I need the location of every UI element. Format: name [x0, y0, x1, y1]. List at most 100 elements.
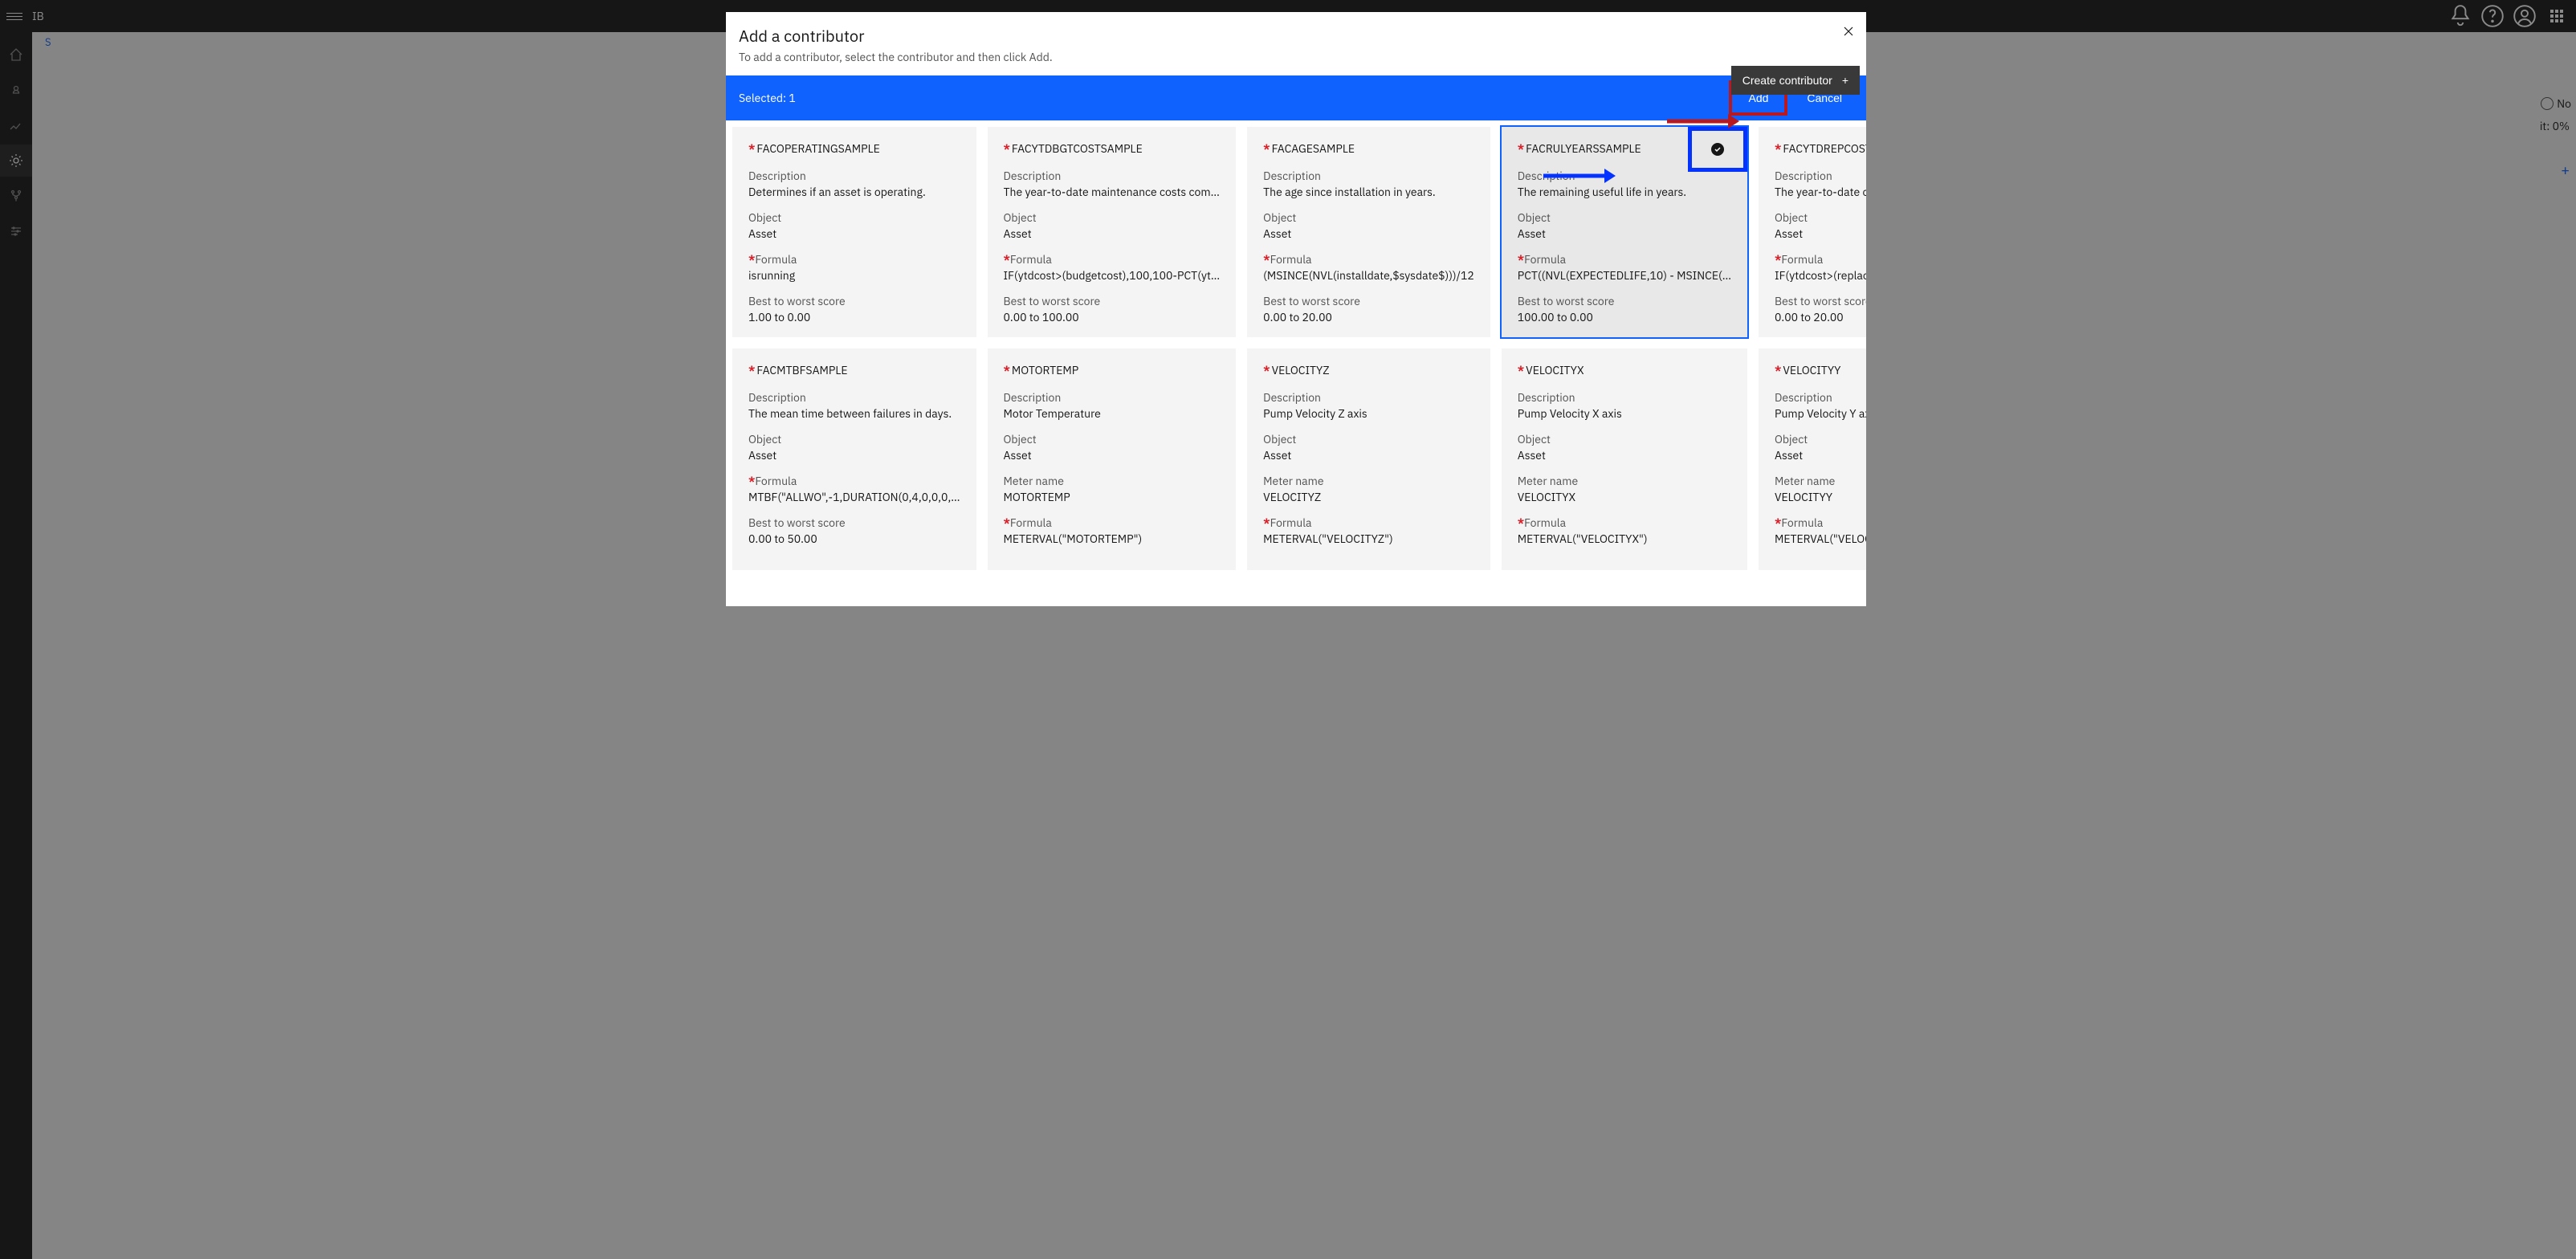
card-name: FACOPERATINGSAMPLE [756, 141, 879, 156]
formula-value: PCT((NVL(EXPECTEDLIFE,10) - MSINCE(… [1518, 268, 1731, 283]
formula-label: *Formula [1775, 515, 1866, 530]
required-star-icon: * [1004, 363, 1010, 377]
description-value: The year-to-date maintenance costs com… [1004, 185, 1221, 199]
best-worst-value: 0.00 to 100.00 [1004, 310, 1221, 324]
meter-name-label: Meter name [1518, 474, 1731, 488]
contributor-card[interactable]: *VELOCITYZDescriptionPump Velocity Z axi… [1247, 348, 1490, 570]
card-name: FACYTDBGTCOSTSAMPLE [1012, 141, 1143, 156]
card-title: *FACYTDREPCOSTSAMPLE [1775, 141, 1866, 156]
required-star-icon: * [1775, 515, 1781, 530]
object-value: Asset [748, 448, 960, 462]
required-star-icon: * [1004, 515, 1010, 530]
best-worst-label: Best to worst score [1004, 294, 1221, 308]
required-star-icon: * [1004, 141, 1010, 156]
create-contributor-label: Create contributor [1742, 74, 1832, 87]
formula-value: isrunning [748, 268, 960, 283]
blue-arrow-annotation [1543, 166, 1616, 185]
required-star-icon: * [748, 252, 755, 267]
object-value: Asset [748, 226, 960, 241]
required-star-icon: * [1263, 515, 1270, 530]
meter-name-label: Meter name [1775, 474, 1866, 488]
formula-label: *Formula [748, 474, 960, 488]
required-star-icon: * [1518, 252, 1524, 267]
description-value: Pump Velocity X axis [1518, 406, 1731, 421]
contributor-card[interactable]: *FACAGESAMPLEDescriptionThe age since in… [1247, 127, 1490, 337]
object-value: Asset [1263, 448, 1474, 462]
close-icon[interactable] [1840, 23, 1857, 39]
contributor-card[interactable]: *VELOCITYXDescriptionPump Velocity X axi… [1502, 348, 1747, 570]
contributor-card[interactable]: *FACYTDBGTCOSTSAMPLEDescriptionThe year-… [988, 127, 1237, 337]
required-star-icon: * [1775, 252, 1781, 267]
formula-label: *Formula [1004, 252, 1221, 267]
object-label: Object [748, 432, 960, 446]
create-contributor-button[interactable]: Create contributor + [1731, 66, 1860, 95]
object-value: Asset [1775, 448, 1866, 462]
description-value: The remaining useful life in years. [1518, 185, 1731, 199]
required-star-icon: * [1263, 252, 1270, 267]
required-star-icon: * [1263, 141, 1270, 156]
object-label: Object [1263, 210, 1474, 225]
description-label: Description [1775, 390, 1866, 405]
card-title: *VELOCITYY [1775, 363, 1866, 377]
required-star-icon: * [748, 141, 755, 156]
description-value: Motor Temperature [1004, 406, 1221, 421]
formula-label: *Formula [1263, 252, 1474, 267]
required-star-icon: * [1263, 363, 1270, 377]
card-name: FACAGESAMPLE [1272, 141, 1355, 156]
formula-value: METERVAL("MOTORTEMP") [1004, 532, 1221, 546]
object-label: Object [1004, 210, 1221, 225]
contributor-card[interactable]: *FACMTBFSAMPLE DescriptionThe mean time b… [732, 348, 976, 570]
object-value: Asset [1775, 226, 1866, 241]
card-title: *VELOCITYZ [1263, 363, 1474, 377]
card-title: *FACMTBFSAMPLE [748, 363, 960, 377]
required-star-icon: * [1004, 252, 1010, 267]
required-star-icon: * [1518, 515, 1524, 530]
description-label: Description [1004, 169, 1221, 183]
object-value: Asset [1004, 448, 1221, 462]
formula-value: METERVAL("VELOCITYZ") [1263, 532, 1474, 546]
description-value: Pump Velocity Z axis [1263, 406, 1474, 421]
best-worst-label: Best to worst score [1263, 294, 1474, 308]
best-worst-value: 100.00 to 0.00 [1518, 310, 1731, 324]
object-value: Asset [1263, 226, 1474, 241]
contributor-card[interactable]: *FACOPERATINGSAMPLEDescriptionDetermines… [732, 127, 976, 337]
description-value: Pump Velocity Y axis [1775, 406, 1866, 421]
plus-icon: + [1842, 74, 1848, 87]
required-star-icon: * [1518, 141, 1524, 156]
contributor-card[interactable]: *FACRULYEARSSAMPLEDescriptionThe remaini… [1502, 127, 1747, 337]
formula-label: *Formula [1518, 515, 1731, 530]
object-label: Object [1263, 432, 1474, 446]
meter-name-value: VELOCITYY [1775, 490, 1866, 504]
card-name: VELOCITYX [1526, 363, 1584, 377]
required-star-icon: * [1518, 363, 1524, 377]
formula-value: IF(ytdcost>(budgetcost),100,100-PCT(yt… [1004, 268, 1221, 283]
description-value: The mean time between failures in days. [748, 406, 960, 421]
description-label: Description [748, 390, 960, 405]
card-title: *FACYTDBGTCOSTSAMPLE [1004, 141, 1221, 156]
formula-value: (MSINCE(NVL(installdate,$sysdate$)))/12 [1263, 268, 1474, 283]
contributor-card[interactable]: *MOTORTEMPDescriptionMotor TemperatureOb… [988, 348, 1237, 570]
description-label: Description [748, 169, 960, 183]
red-arrow-annotation [1667, 112, 1739, 131]
best-worst-label: Best to worst score [748, 515, 960, 530]
description-label: Description [1004, 390, 1221, 405]
best-worst-label: Best to worst score [748, 294, 960, 308]
modal-title: Add a contributor [739, 25, 1853, 47]
meter-name-label: Meter name [1263, 474, 1474, 488]
card-name: FACRULYEARSSAMPLE [1526, 141, 1641, 156]
meter-name-value: VELOCITYZ [1263, 490, 1474, 504]
contributor-card[interactable]: *VELOCITYYDescriptionPump Velocity Y axi… [1759, 348, 1866, 570]
card-name: MOTORTEMP [1012, 363, 1078, 377]
formula-value: METERVAL("VELOCITYX") [1518, 532, 1731, 546]
required-star-icon: * [1775, 141, 1781, 156]
required-star-icon: * [1775, 363, 1781, 377]
card-name: VELOCITYZ [1272, 363, 1330, 377]
best-worst-label: Best to worst score [1518, 294, 1731, 308]
contributor-card[interactable]: *FACYTDREPCOSTSAMPLEDescriptionThe year-… [1759, 127, 1866, 337]
description-label: Description [1518, 390, 1731, 405]
description-value: Determines if an asset is operating. [748, 185, 960, 199]
formula-label: *Formula [1004, 515, 1221, 530]
best-worst-value: 1.00 to 0.00 [748, 310, 960, 324]
check-circle-icon[interactable] [1711, 143, 1724, 156]
best-worst-value: 0.00 to 20.00 [1775, 310, 1866, 324]
